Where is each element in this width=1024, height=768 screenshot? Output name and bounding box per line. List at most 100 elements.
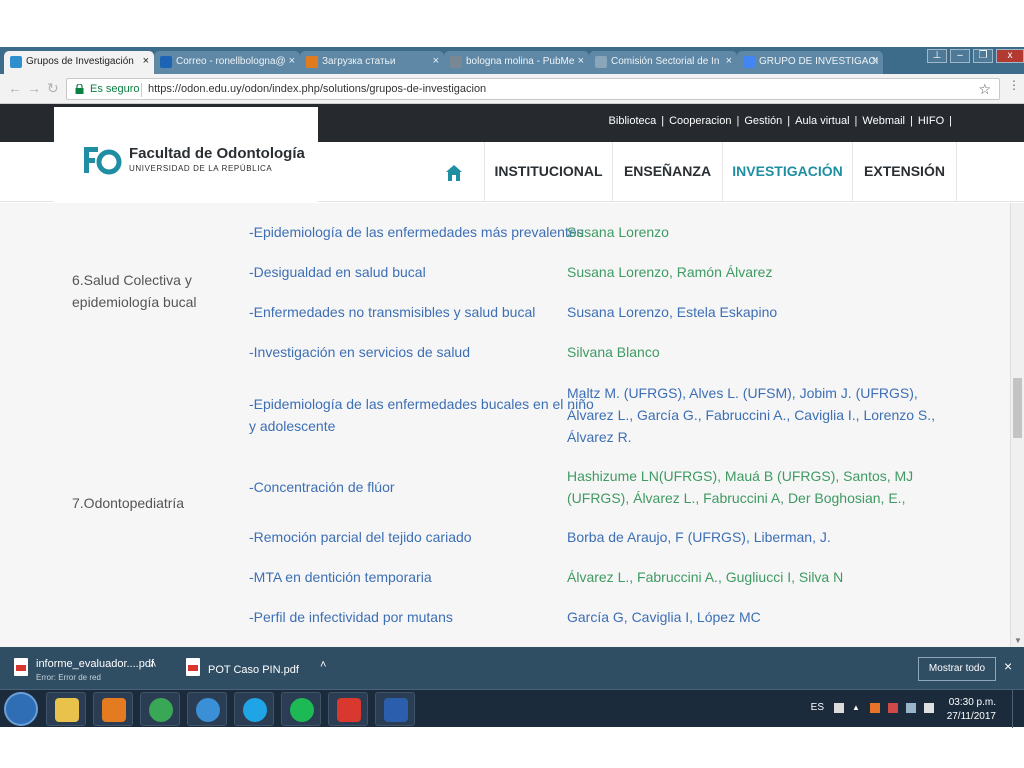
forward-icon[interactable]: →: [27, 80, 41, 96]
taskbar-app-button[interactable]: [187, 692, 227, 726]
research-line-text: -MTA en dentición temporaria: [249, 569, 432, 585]
researchers-text: Susana Lorenzo, Estela Eskapino: [567, 304, 778, 320]
window-minimize-button[interactable]: –: [950, 49, 970, 63]
volume-icon[interactable]: [924, 703, 934, 713]
top-link[interactable]: Aula virtual: [790, 115, 854, 127]
research-line: -Remoción parcial del tejido cariado: [249, 526, 472, 548]
blank-page-icon: [595, 56, 607, 68]
window-close-button[interactable]: x: [996, 49, 1024, 63]
browser-tab[interactable]: Correo - ronellbologna@ ×: [154, 51, 300, 74]
close-downloads-bar-icon[interactable]: ×: [1004, 658, 1012, 674]
windows-taskbar: ES ▲ 03:30 p.m. 27/11/2017: [0, 689, 1024, 728]
screen: Grupos de Investigación × Correo - ronellb…: [0, 0, 1024, 768]
taskbar-app-button[interactable]: [140, 692, 180, 726]
show-hidden-icons-icon[interactable]: ▲: [852, 703, 862, 713]
chevron-up-icon[interactable]: ˄: [150, 659, 156, 671]
chevron-up-icon[interactable]: ˄: [320, 659, 326, 671]
research-line-text: -Remoción parcial del tejido cariado: [249, 529, 472, 545]
research-line: -Epidemiología de las enfermedades bucal…: [249, 393, 594, 437]
spotify-icon: [290, 698, 314, 722]
page-scrollbar[interactable]: ▼: [1010, 203, 1024, 647]
nav-divider: [956, 142, 957, 201]
back-icon[interactable]: ←: [8, 80, 22, 96]
researchers: García G, Caviglia I, López MC: [567, 606, 761, 628]
signal-icon[interactable]: [906, 703, 916, 713]
research-line-text: -Concentración de flúor: [249, 479, 395, 495]
logo-panel[interactable]: Facultad de Odontología UNIVERSIDAD DE L…: [54, 107, 318, 203]
top-link[interactable]: Webmail: [857, 115, 910, 127]
nav-item[interactable]: INSTITUCIONAL: [484, 142, 612, 201]
nav-item[interactable]: INVESTIGACIÓN: [722, 142, 852, 201]
research-line-text: -Perfil de infectividad por mutans: [249, 609, 453, 625]
tab-close-icon[interactable]: ×: [872, 51, 878, 72]
browser-menu-icon[interactable]: ⋮: [1008, 78, 1020, 92]
show-desktop-button[interactable]: [1012, 690, 1024, 728]
window-profile-button[interactable]: ⊥: [927, 49, 947, 63]
tab-title: bologna molina - PubMe: [466, 56, 575, 67]
tab-title: Grupos de Investigación: [26, 56, 134, 67]
language-indicator[interactable]: ES: [811, 702, 824, 713]
reload-icon[interactable]: ↻: [47, 80, 59, 97]
taskbar-app-button[interactable]: [234, 692, 274, 726]
show-all-downloads-button[interactable]: Mostrar todo: [918, 657, 996, 681]
researchers-text: Susana Lorenzo, Ramón Álvarez: [567, 264, 773, 280]
group-name: 6.Salud Colectiva y epidemiología bucal: [72, 269, 197, 313]
clock-time[interactable]: 03:30 p.m.: [949, 697, 996, 708]
scrollbar-thumb[interactable]: [1013, 378, 1022, 438]
google-icon: [743, 56, 755, 68]
clock-date[interactable]: 27/11/2017: [947, 711, 996, 722]
group-name-line: epidemiología bucal: [72, 294, 197, 310]
scroll-down-icon[interactable]: ▼: [1014, 636, 1022, 645]
taskbar-app-button[interactable]: [93, 692, 133, 726]
top-link[interactable]: Gestión: [739, 115, 787, 127]
media-player-icon: [102, 698, 126, 722]
tab-close-icon[interactable]: ×: [143, 51, 149, 72]
browser-tab-strip: Grupos de Investigación × Correo - ronellb…: [0, 47, 1024, 74]
browser-tab[interactable]: GRUPO DE INVESTIGACI ×: [737, 51, 883, 74]
nav-item[interactable]: EXTENSIÓN: [852, 142, 956, 201]
nav-item[interactable]: ENSEÑANZA: [612, 142, 722, 201]
download-item[interactable]: informe_evaluador....pdf Error: Error de …: [14, 653, 174, 683]
tab-title: Correo - ronellbologna@: [176, 56, 286, 67]
start-button[interactable]: [4, 692, 38, 726]
browser-toolbar: ← → ↻ Es seguro https://odon.edu.uy/odon…: [0, 74, 1024, 104]
group-name-line: 6.Salud Colectiva y: [72, 272, 192, 288]
research-line-text: -Epidemiología de las enfermedades bucal…: [249, 396, 594, 412]
lock-icon: [75, 84, 84, 94]
network-warning-icon[interactable]: [888, 703, 898, 713]
tab-title: Comisión Sectorial de In: [611, 56, 720, 67]
top-link-separator: |: [949, 115, 952, 127]
tab-title: Загрузка статьи: [322, 56, 396, 67]
taskbar-app-button[interactable]: [375, 692, 415, 726]
top-link[interactable]: HIFO: [913, 115, 949, 127]
tab-close-icon[interactable]: ×: [289, 51, 295, 72]
taskbar-app-button[interactable]: [46, 692, 86, 726]
taskbar-app-button[interactable]: [328, 692, 368, 726]
url-text[interactable]: https://odon.edu.uy/odon/index.php/solut…: [148, 83, 486, 95]
browser-tab[interactable]: Grupos de Investigación ×: [4, 51, 154, 74]
research-line: -MTA en dentición temporaria: [249, 566, 432, 588]
tab-close-icon[interactable]: ×: [726, 51, 732, 72]
taskbar-app-button[interactable]: [281, 692, 321, 726]
avast-icon[interactable]: [870, 703, 880, 713]
top-link[interactable]: Biblioteca: [604, 115, 662, 127]
group-name: 7.Odontopediatría: [72, 492, 184, 514]
home-icon[interactable]: [445, 164, 463, 182]
download-item[interactable]: POT Caso PIN.pdf ˄: [186, 653, 346, 683]
researchers: Silvana Blanco: [567, 341, 660, 363]
browser-tab[interactable]: Comisión Sectorial de In ×: [589, 51, 737, 74]
tab-close-icon[interactable]: ×: [578, 51, 584, 72]
keyboard-icon[interactable]: [834, 703, 844, 713]
researchers: Maltz M. (UFRGS), Alves L. (UFSM), Jobim…: [567, 382, 935, 448]
browser-tab[interactable]: bologna molina - PubMe ×: [444, 51, 589, 74]
omnibox-separator: [141, 83, 142, 97]
window-restore-button[interactable]: ❐: [973, 49, 993, 63]
top-link[interactable]: Cooperacion: [664, 115, 736, 127]
skype-icon: [243, 698, 267, 722]
internet-explorer-icon: [196, 698, 220, 722]
research-line: -Concentración de flúor: [249, 476, 395, 498]
address-bar[interactable]: Es seguro https://odon.edu.uy/odon/index…: [66, 78, 1000, 100]
tab-close-icon[interactable]: ×: [433, 51, 439, 72]
bookmark-star-icon[interactable]: ☆: [978, 81, 991, 98]
browser-tab[interactable]: Загрузка статьи ×: [300, 51, 444, 74]
